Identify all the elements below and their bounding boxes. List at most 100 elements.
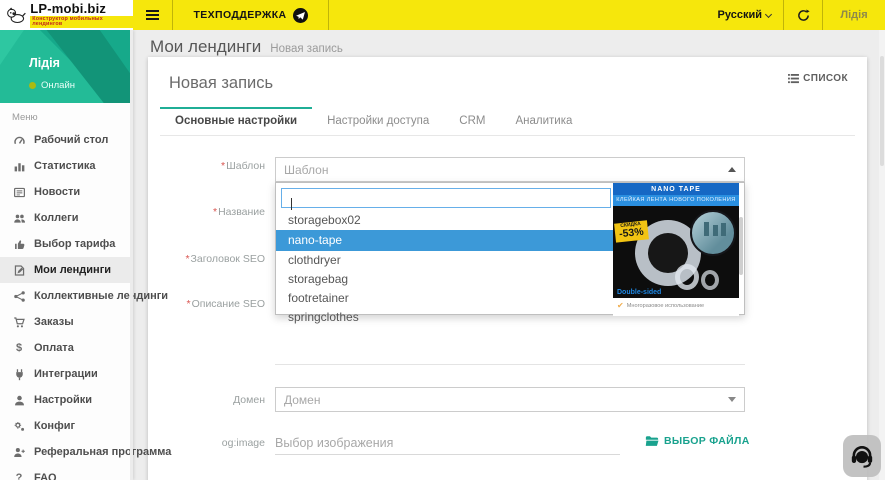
choose-file-button[interactable]: ВЫБОР ФАЙЛА	[645, 435, 750, 447]
sidebar-user-name: Лідія	[29, 56, 60, 70]
menu-section-label: Меню	[12, 112, 133, 123]
topbar: LP-mobi.biz Конструктор мобильных лендин…	[0, 0, 885, 30]
sidebar-item-statistics[interactable]: Статистика	[0, 153, 133, 179]
support-label: ТЕХПОДДЕРЖКА	[193, 9, 286, 21]
tape-strip-graphic	[675, 264, 699, 290]
dropdown-scrollbar[interactable]	[739, 217, 743, 275]
tab-access-settings[interactable]: Настройки доступа	[312, 107, 444, 135]
record-card: Новая запись СПИСОК Основные настройки Н…	[148, 57, 867, 480]
tab-main-settings[interactable]: Основные настройки	[160, 107, 312, 135]
sidebar-item-tariff[interactable]: Выбор тарифа	[0, 231, 133, 257]
question-icon: ?	[12, 471, 26, 480]
text-cursor	[291, 198, 292, 210]
template-preview-thumbnail[interactable]: NANO TAPE КЛЕЙКАЯ ЛЕНТА НОВОГО ПОКОЛЕНИЯ…	[613, 183, 739, 316]
caret-up-icon	[728, 167, 736, 172]
folder-icon	[645, 435, 659, 447]
sidebar-item-payment[interactable]: $ Оплата	[0, 335, 133, 361]
sidebar-item-collective-landings[interactable]: Коллективные лендинги	[0, 283, 133, 309]
template-dropdown: storagebox02 nano-tape clothdryer storag…	[275, 182, 745, 315]
sidebar-item-faq[interactable]: ? FAQ	[0, 465, 133, 480]
share-icon	[12, 289, 26, 303]
topbar-divider	[328, 0, 329, 30]
online-status-dot	[29, 82, 36, 89]
cart-icon	[12, 315, 26, 329]
preview-feature-row: ✔ Многоразовое использование	[613, 298, 739, 313]
template-field-label: *Шаблон	[148, 160, 265, 172]
sidebar-item-integrations[interactable]: Интеграции	[0, 361, 133, 387]
list-button[interactable]: СПИСОК	[788, 73, 848, 84]
page-scrollbar[interactable]	[879, 30, 885, 480]
headset-icon	[849, 443, 875, 469]
discount-badge: СКИДКА -53%	[614, 220, 648, 243]
sidebar-item-referral[interactable]: Реферальная программа	[0, 439, 133, 465]
sidebar-item-my-landings[interactable]: Мои лендинги	[0, 257, 133, 283]
main-content: Мои лендинги Новая запись Новая запись С…	[133, 30, 885, 480]
option-springclothes[interactable]: springclothes	[276, 308, 613, 327]
sidebar-toggle-button[interactable]	[133, 0, 172, 30]
sidebar-item-orders[interactable]: Заказы	[0, 309, 133, 335]
preview-caption: Double-sided	[617, 289, 661, 296]
tab-analytics[interactable]: Аналитика	[500, 107, 587, 135]
sidebar-scrollbar[interactable]	[130, 30, 133, 480]
domain-field-label: Домен	[148, 394, 265, 406]
language-label: Русский	[718, 9, 762, 21]
name-field-label: *Название	[148, 206, 265, 218]
support-chat-widget[interactable]	[843, 435, 881, 477]
sidebar-item-colleagues[interactable]: Коллеги	[0, 205, 133, 231]
app-logo[interactable]: LP-mobi.biz Конструктор мобильных лендин…	[0, 0, 133, 30]
sidebar-item-settings[interactable]: Настройки	[0, 387, 133, 413]
sidebar-item-config[interactable]: Конфиг	[0, 413, 133, 439]
template-options-list: storagebox02 nano-tape clothdryer storag…	[276, 211, 613, 327]
sidebar-item-news[interactable]: Новости	[0, 179, 133, 205]
preview-subtitle: КЛЕЙКАЯ ЛЕНТА НОВОГО ПОКОЛЕНИЯ	[613, 195, 739, 206]
gears-icon	[12, 419, 26, 433]
sidebar-user-panel: Лідія Онлайн	[0, 30, 133, 103]
dashboard-icon	[12, 133, 26, 147]
sidebar-user-status: Онлайн	[41, 80, 75, 91]
sidebar: Лідія Онлайн Меню Рабочий стол Статистик…	[0, 30, 133, 480]
logo-subtitle: Конструктор мобильных лендингов	[30, 16, 133, 29]
support-button[interactable]: ТЕХПОДДЕРЖКА	[173, 0, 328, 30]
option-nano-tape[interactable]: nano-tape	[276, 230, 613, 251]
seo-title-field-label: *Заголовок SEO	[148, 253, 265, 265]
sidebar-item-dashboard[interactable]: Рабочий стол	[0, 127, 133, 153]
topbar-username[interactable]: Лідія	[823, 0, 885, 30]
preview-product-image: СКИДКА -53% Double-sided	[613, 206, 739, 298]
caret-down-icon	[728, 397, 736, 402]
page-subtitle: Новая запись	[270, 43, 343, 55]
dollar-icon: $	[12, 341, 26, 355]
telegram-icon	[293, 8, 308, 23]
breadcrumb: Мои лендинги Новая запись	[150, 37, 343, 57]
tab-crm[interactable]: CRM	[444, 107, 500, 135]
template-search-input[interactable]	[281, 188, 611, 208]
user-plus-icon	[12, 445, 26, 459]
check-icon: ✔	[617, 301, 624, 310]
dog-logo-icon	[5, 5, 26, 25]
chevron-down-icon	[765, 10, 772, 17]
preview-title: NANO TAPE	[613, 183, 739, 195]
option-footretainer[interactable]: footretainer	[276, 289, 613, 308]
refresh-button[interactable]	[784, 0, 822, 30]
plug-icon	[12, 367, 26, 381]
tab-bar: Основные настройки Настройки доступа CRM…	[160, 107, 855, 136]
domain-select[interactable]: Домен	[275, 387, 745, 412]
og-image-input[interactable]	[275, 431, 620, 455]
news-icon	[12, 185, 26, 199]
language-select[interactable]: Русский	[706, 0, 783, 30]
tape-strip-graphic	[701, 270, 719, 290]
landings-icon	[12, 263, 26, 277]
sidebar-menu: Рабочий стол Статистика Новости Коллеги …	[0, 127, 133, 480]
template-select[interactable]: Шаблон	[275, 157, 745, 182]
card-title: Новая запись	[169, 74, 273, 93]
stats-icon	[12, 159, 26, 173]
thumbs-up-icon	[12, 237, 26, 251]
seo-description-underline	[275, 364, 745, 365]
option-storagebox02[interactable]: storagebox02	[276, 211, 613, 230]
page-title: Мои лендинги	[150, 37, 261, 57]
refresh-icon	[797, 9, 810, 22]
colleagues-icon	[12, 211, 26, 225]
preview-inset-photo	[690, 210, 736, 256]
option-clothdryer[interactable]: clothdryer	[276, 251, 613, 270]
user-icon	[12, 393, 26, 407]
option-storagebag[interactable]: storagebag	[276, 270, 613, 289]
